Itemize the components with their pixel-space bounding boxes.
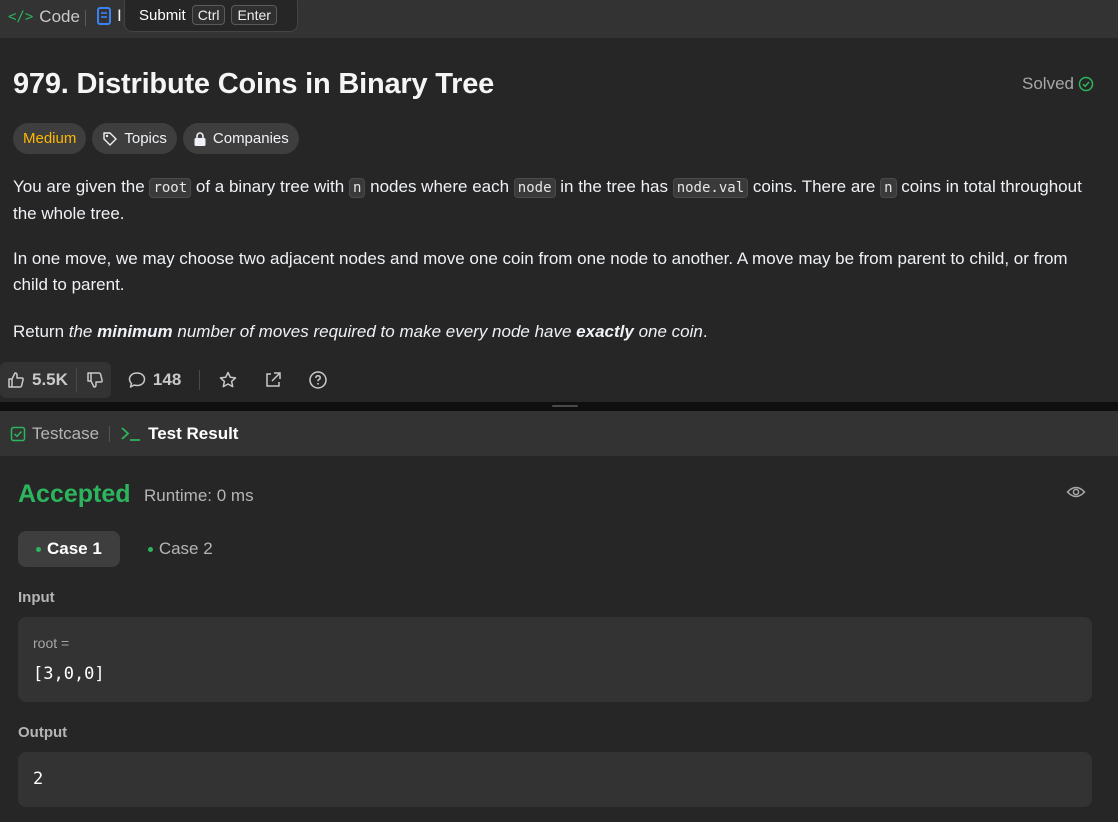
- p1-text-3: nodes where each: [365, 177, 514, 196]
- tab-description[interactable]: I: [97, 6, 122, 26]
- p3-text-1: Return: [13, 322, 69, 341]
- tab-testcase-label: Testcase: [32, 423, 100, 443]
- p1-text-2: of a binary tree with: [191, 177, 349, 196]
- difficulty-label: Medium: [23, 130, 77, 147]
- checkbox-icon: [10, 426, 26, 442]
- star-icon[interactable]: [218, 370, 238, 390]
- thumbs-up-icon[interactable]: [6, 370, 26, 390]
- p3-em-2: number of moves required to make every n…: [172, 322, 577, 341]
- p3-em-3: one coin: [633, 322, 703, 341]
- case-tab-1-label: Case 1: [47, 539, 102, 558]
- panel-resize-handle[interactable]: [0, 402, 1118, 411]
- problem-title[interactable]: 979. Distribute Coins in Binary Tree: [13, 68, 494, 101]
- tab-test-result[interactable]: Test Result: [120, 424, 238, 444]
- kbd-enter: Enter: [231, 5, 277, 25]
- eye-icon[interactable]: [1066, 484, 1086, 500]
- runtime-text: Runtime: 0 ms: [144, 486, 254, 505]
- help-icon[interactable]: [308, 370, 328, 390]
- terminal-icon: [120, 426, 142, 442]
- case-tab-2-label: Case 2: [158, 539, 213, 558]
- companies-button[interactable]: Companies: [182, 123, 299, 154]
- bottom-tab-divider: [109, 425, 111, 442]
- output-box: 2: [18, 752, 1092, 807]
- difficulty-badge: Medium: [13, 123, 87, 154]
- bottom-tab-bar: Testcase Test Result: [0, 411, 1118, 456]
- code-n-2: n: [880, 178, 897, 198]
- case-tab-2[interactable]: Case 2: [130, 531, 231, 567]
- tab-code-label: Code: [39, 7, 80, 26]
- input-var-name: root =: [33, 635, 70, 651]
- tab-testcase[interactable]: Testcase: [10, 424, 99, 444]
- description-icon: [97, 7, 111, 25]
- description-panel: 979. Distribute Coins in Binary Tree Sol…: [0, 38, 1118, 402]
- resize-grip[interactable]: [552, 405, 578, 407]
- topics-button[interactable]: Topics: [92, 123, 177, 154]
- solved-status: Solved: [1022, 74, 1094, 94]
- p3-em-1: the: [68, 322, 98, 341]
- comment-icon: [127, 370, 147, 390]
- share-icon[interactable]: [263, 370, 283, 390]
- code-node: node: [513, 178, 556, 198]
- p1-text-4: in the tree has: [555, 177, 673, 196]
- like-count: 5.5K: [32, 370, 68, 389]
- pass-dot: [36, 546, 41, 552]
- vote-box: 5.5K: [0, 362, 111, 398]
- submit-shortcut-tooltip: Submit Ctrl Enter: [124, 0, 298, 32]
- tag-chips: Medium Topics Companies: [13, 123, 299, 154]
- action-bar: 5.5K 148: [0, 360, 1118, 400]
- tab-divider: [85, 10, 86, 26]
- description-paragraph-2: In one move, we may choose two adjacent …: [13, 249, 1068, 294]
- result-status: Accepted: [18, 480, 131, 508]
- p1-text-1: You are given the: [13, 177, 150, 196]
- input-box: root = [3,0,0]: [18, 617, 1092, 702]
- input-label: Input: [18, 589, 55, 606]
- top-tab-strip: </> Code I Submit Ctrl Enter: [0, 0, 1118, 38]
- case-tabs: Case 1 Case 2: [18, 531, 231, 567]
- p3-text-2: .: [702, 322, 708, 341]
- description-paragraph-1: You are given the root of a binary tree …: [13, 174, 1103, 227]
- kbd-ctrl: Ctrl: [191, 5, 226, 25]
- vote-divider: [75, 368, 77, 392]
- tab-description-label: I: [117, 6, 122, 25]
- check-circle-icon: [1078, 76, 1094, 92]
- code-n: n: [348, 178, 366, 198]
- code-icon: </>: [8, 9, 34, 25]
- p3-bold-minimum: minimum: [97, 322, 173, 341]
- thumbs-down-icon[interactable]: [85, 370, 105, 390]
- comment-count: 148: [152, 370, 182, 389]
- case-tab-1[interactable]: Case 1: [18, 531, 120, 567]
- tab-test-result-label: Test Result: [148, 423, 239, 443]
- output-value: 2: [33, 769, 44, 789]
- action-divider: [199, 370, 201, 390]
- lock-icon: [193, 131, 207, 147]
- output-label: Output: [18, 724, 68, 741]
- tooltip-label: Submit: [139, 6, 186, 24]
- pass-dot: [147, 546, 153, 552]
- companies-label: Companies: [212, 130, 289, 147]
- tag-icon: [102, 131, 118, 147]
- solved-label: Solved: [1022, 74, 1074, 93]
- p3-bold-exactly: exactly: [576, 322, 634, 341]
- code-root: root: [149, 178, 192, 198]
- p1-text-5: coins. There are: [748, 177, 881, 196]
- code-node-val: node.val: [672, 178, 749, 198]
- input-value: [3,0,0]: [33, 664, 105, 684]
- comments-button[interactable]: 148: [127, 370, 181, 390]
- description-paragraph-3: Return the minimum number of moves requi…: [13, 319, 1103, 345]
- test-result-panel: Accepted Runtime: 0 ms Case 1 Case 2 Inp…: [0, 456, 1118, 822]
- topics-label: Topics: [124, 130, 167, 147]
- tab-code[interactable]: </> Code: [8, 6, 80, 28]
